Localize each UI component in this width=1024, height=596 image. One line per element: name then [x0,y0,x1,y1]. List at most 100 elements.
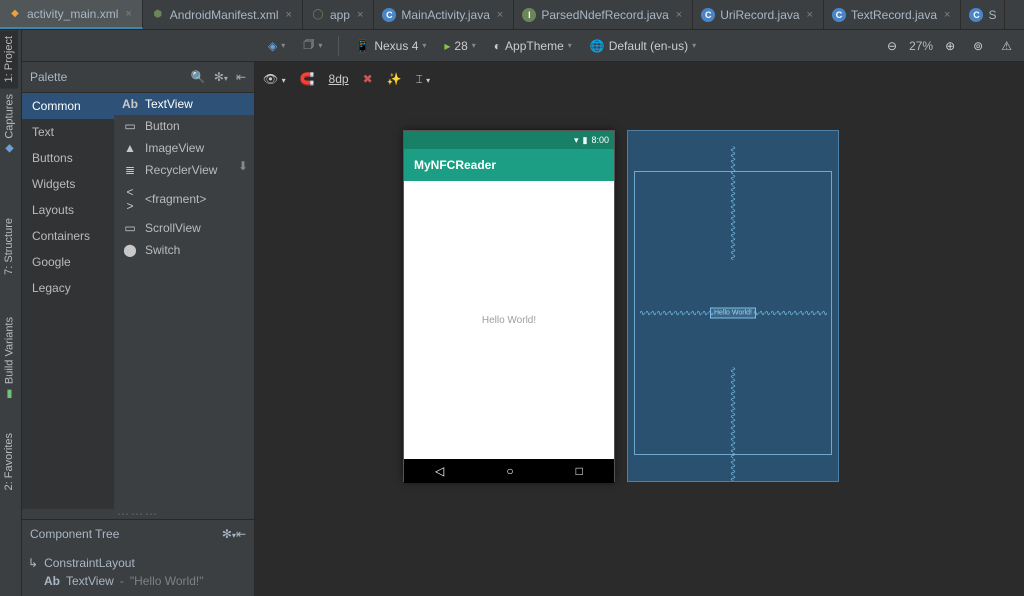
manifest-icon: ⬢ [151,8,165,22]
switch-icon: ⬤ [122,243,138,257]
tab-uri-record[interactable]: C UriRecord.java × [693,0,824,29]
preview-device[interactable]: ▾▮8:00 MyNFCReader Hello World! ◁○□ [403,130,615,482]
download-icon[interactable]: ⬇ [238,159,248,173]
tab-label: MainActivity.java [401,8,489,22]
rail-captures[interactable]: ◆Captures [0,88,19,162]
textview-icon: Ab [44,574,60,588]
rail-favorites[interactable]: 2: Favorites [0,427,18,496]
close-icon[interactable]: × [495,9,505,21]
recyclerview-icon: ≣ [122,163,138,177]
left-tool-rail: 1: Project ◆Captures 7: Structure ▮Build… [0,30,22,596]
constraint-spring-right: ∿∿∿∿∿∿∿∿∿∿∿∿∿ [753,309,827,318]
nav-recent-icon: □ [576,464,583,478]
cat-buttons[interactable]: Buttons [22,145,114,171]
java-icon: C [832,8,846,22]
tab-text-record[interactable]: CTextRecord.java× [824,0,961,29]
gear-icon[interactable]: ✻▾ [214,70,228,84]
hide-icon[interactable]: ⇤ [236,527,246,541]
widget-switch[interactable]: ⬤Switch [114,239,254,261]
constraint-spring-bottom: ∿∿∿∿∿∿∿∿∿∿∿∿∿∿∿∿∿∿∿∿ [729,366,738,480]
widget-imageview[interactable]: ▲ImageView [114,137,254,159]
tab-label: app [330,8,350,22]
palette-title: Palette [30,70,67,84]
tab-parsed-ndef[interactable]: IParsedNdefRecord.java× [514,0,693,29]
cat-layouts[interactable]: Layouts [22,197,114,223]
guidelines-icon[interactable]: ⌶ ▾ [416,72,431,87]
resize-handle[interactable]: ⋯⋯⋯ [22,509,254,519]
palette-categories: Common Text Buttons Widgets Layouts Cont… [22,93,114,509]
wifi-icon: ▾ [574,135,579,146]
device-select[interactable]: 📱Nexus 4▾ [349,37,432,55]
close-icon[interactable]: × [355,9,365,21]
infer-constraints-icon[interactable]: ✨ [387,72,402,86]
close-icon[interactable]: × [942,9,952,21]
status-time: 8:00 [591,135,609,145]
tab-label: activity_main.xml [27,7,118,21]
preview-statusbar: ▾▮8:00 [404,131,614,149]
search-icon[interactable]: 🔍 [191,70,206,84]
layout-icon: ↳ [28,556,38,570]
textview-icon: Ab [122,97,138,111]
component-tree-panel: Component Tree ✻▾ ⇤ ↳ConstraintLayout Ab… [22,519,254,596]
java-icon: C [701,8,715,22]
tree-child[interactable]: AbTextView- "Hello World!" [44,572,248,590]
widget-button[interactable]: ▭Button [114,115,254,137]
design-surface-select[interactable]: ◈▾ [262,37,291,55]
rail-build-variants[interactable]: ▮Build Variants [0,311,19,407]
nav-home-icon: ○ [506,464,513,478]
widget-textview[interactable]: AbTextView [114,93,254,115]
warnings-button[interactable]: ⚠ [995,37,1018,55]
preview-navbar: ◁○□ [404,459,614,483]
zoom-in-button[interactable]: ⊕ [939,37,961,55]
cat-common[interactable]: Common [22,93,114,119]
default-margin[interactable]: 8dp [329,72,349,86]
cat-google[interactable]: Google [22,249,114,275]
tab-extra[interactable]: CS [961,0,1005,29]
close-icon[interactable]: × [123,8,133,20]
cat-legacy[interactable]: Legacy [22,275,114,301]
close-icon[interactable]: × [674,9,684,21]
magnet-icon[interactable]: 🧲 [300,72,315,86]
tree-root[interactable]: ↳ConstraintLayout [28,554,248,572]
java-icon: C [969,8,983,22]
close-icon[interactable]: × [805,9,815,21]
tab-label: S [988,8,996,22]
zoom-out-button[interactable]: ⊖ [881,37,903,55]
rail-project[interactable]: 1: Project [0,30,18,88]
component-tree-title: Component Tree [30,527,119,541]
tab-app[interactable]: ◯ app × [303,0,374,29]
app-icon: ◯ [311,8,325,22]
tab-label: AndroidManifest.xml [170,8,279,22]
scrollview-icon: ▭ [122,221,138,235]
tab-main-activity[interactable]: CMainActivity.java× [374,0,514,29]
surface-toolbar: 👁 ▾ 🧲 8dp ✖ ✨ ⌶ ▾ [255,62,1024,96]
rail-structure[interactable]: 7: Structure [0,212,18,281]
editor-tabs: ◆activity_main.xml× ⬢AndroidManifest.xml… [0,0,1024,30]
hide-icon[interactable]: ⇤ [236,70,246,84]
tab-manifest[interactable]: ⬢ AndroidManifest.xml × [143,0,303,29]
zoom-fit-button[interactable]: ⊚ [967,37,989,55]
orientation-select[interactable]: 🗇▾ [297,33,328,58]
locale-select[interactable]: 🌐Default (en-us)▾ [584,37,702,55]
blueprint-bounds: ∿∿∿∿∿∿∿∿∿∿∿∿∿ ∿∿∿∿∿∿∿∿∿∿∿∿∿ ∿∿∿∿∿∿∿∿∿∿∿∿… [634,171,832,455]
cat-widgets[interactable]: Widgets [22,171,114,197]
blueprint-textview[interactable]: Hello World! [710,308,756,319]
eye-icon[interactable]: 👁 ▾ [263,72,286,86]
widget-fragment[interactable]: < ><fragment> [114,181,254,217]
gear-icon[interactable]: ✻▾ [222,527,236,541]
widget-scrollview[interactable]: ▭ScrollView [114,217,254,239]
palette-widgets: AbTextView ▭Button ▲ImageView ≣RecyclerV… [114,93,254,509]
api-select[interactable]: ▸28▾ [438,37,481,55]
design-toolbar: ◈▾ 🗇▾ 📱Nexus 4▾ ▸28▾ ◐AppTheme▾ 🌐Default… [22,30,1024,62]
clear-constraints-icon[interactable]: ✖ [363,72,373,86]
close-icon[interactable]: × [284,9,294,21]
widget-recyclerview[interactable]: ≣RecyclerView [114,159,254,181]
design-canvas: 👁 ▾ 🧲 8dp ✖ ✨ ⌶ ▾ ▾▮8:00 MyNFCReader Hel… [255,62,1024,596]
cat-text[interactable]: Text [22,119,114,145]
blueprint-device[interactable]: ∿∿∿∿∿∿∿∿∿∿∿∿∿ ∿∿∿∿∿∿∿∿∿∿∿∿∿ ∿∿∿∿∿∿∿∿∿∿∿∿… [627,130,839,482]
tab-label: UriRecord.java [720,8,799,22]
theme-select[interactable]: ◐AppTheme▾ [488,37,578,55]
tab-activity-main[interactable]: ◆activity_main.xml× [0,0,143,29]
cat-containers[interactable]: Containers [22,223,114,249]
zoom-label: 27% [909,39,933,53]
